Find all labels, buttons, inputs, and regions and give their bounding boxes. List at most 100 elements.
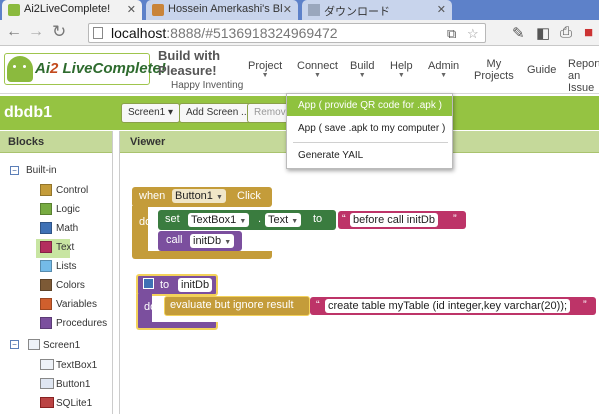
chevron-down-icon: ▼ (314, 72, 321, 79)
menu-item-generate-yail[interactable]: Generate YAIL (287, 146, 452, 166)
set-keyword: set (165, 213, 180, 225)
page-icon (93, 27, 103, 39)
set-component-dropdown[interactable]: TextBox1 ▼ (188, 213, 250, 227)
menu-project[interactable]: Project ▼ (248, 60, 282, 80)
drawer-lists[interactable]: Lists (56, 261, 77, 272)
to-keyword: to (313, 213, 323, 225)
evaluate-label: evaluate but ignore result (170, 299, 294, 311)
logic-drawer-swatch-icon (40, 203, 52, 215)
browser-tabstrip: Ai2LiveComplete! ✕ Hossein Amerkashi's B… (0, 0, 599, 20)
drawer-variables[interactable]: Variables (56, 299, 97, 310)
back-icon[interactable]: ← (6, 23, 22, 41)
menu-help[interactable]: Help ▼ (390, 60, 413, 80)
print-icon[interactable]: ⎙ (560, 24, 572, 41)
browser-tab-active[interactable]: Ai2LiveComplete! ✕ (2, 0, 142, 20)
browser-tab[interactable]: ダウンロード ✕ (302, 0, 452, 20)
procedures-drawer-swatch-icon (40, 317, 52, 329)
close-quote: ” (583, 299, 587, 311)
menu-guide[interactable]: Guide (527, 64, 556, 76)
chevron-down-icon: ▼ (224, 239, 232, 246)
tree-screen-label[interactable]: Screen1 (43, 340, 80, 351)
drawer-math[interactable]: Math (56, 223, 78, 234)
chevron-down-icon: ▼ (291, 218, 299, 225)
extension-icon[interactable]: ■ (584, 24, 593, 41)
chevron-down-icon: ▼ (261, 72, 269, 79)
chevron-down-icon: ▼ (397, 72, 405, 79)
android-favicon-icon (8, 4, 20, 16)
tab-title: ダウンロード (324, 6, 390, 18)
math-drawer-swatch-icon (40, 222, 52, 234)
url-path: :8888/#5136918324969472 (166, 25, 338, 41)
tree-component-sqlite1[interactable]: SQLite1 (56, 398, 92, 409)
menu-item-apk-qr[interactable]: App ( provide QR code for .apk ) (287, 96, 452, 116)
profile-favicon-icon (152, 4, 164, 16)
menu-item-apk-save[interactable]: App ( save .apk to my computer ) (287, 119, 452, 139)
build-dropdown-menu: App ( provide QR code for .apk ) App ( s… (286, 93, 453, 169)
collapse-builtin-toggle[interactable]: − (10, 166, 19, 175)
reload-icon[interactable]: ↻ (52, 22, 66, 42)
tab-title: Hossein Amerkashi's Bl (168, 3, 283, 15)
collapse-screen-toggle[interactable]: − (10, 340, 19, 349)
address-bar[interactable]: localhost:8888/#5136918324969472 ⧉ ☆ (88, 23, 486, 43)
url-host: localhost (111, 25, 167, 41)
add-screen-button[interactable]: Add Screen ... (179, 103, 257, 123)
translate-icon[interactable]: ⧉ (447, 26, 456, 42)
app-header: Ai2 LiveComplete! Build with Pleasure! H… (0, 46, 599, 94)
close-tab-icon[interactable]: ✕ (283, 3, 292, 16)
close-tab-icon[interactable]: ✕ (437, 3, 446, 16)
project-name: dbdb1 (4, 104, 52, 121)
drawer-colors[interactable]: Colors (56, 280, 85, 291)
screen-select-button[interactable]: Screen1 ▾ (121, 103, 181, 123)
menu-report-issue[interactable]: Report an Issue (568, 58, 599, 94)
slogan: Build with Pleasure! (158, 48, 221, 78)
do-keyword: do (144, 301, 157, 313)
menu-admin[interactable]: Admin ▼ (428, 60, 459, 80)
mutator-gear-icon[interactable] (143, 278, 154, 289)
property-dropdown[interactable]: Text ▼ (265, 213, 302, 227)
chevron-down-icon: ▼ (215, 194, 223, 201)
close-tab-icon[interactable]: ✕ (127, 3, 136, 16)
string-value-field[interactable]: create table myTable (id integer,key var… (325, 299, 571, 313)
blocks-workspace[interactable]: when Button1 ▼ Click do set TextBox1 ▼ .… (120, 154, 599, 414)
event-block-footer (132, 251, 272, 259)
control-drawer-swatch-icon (40, 184, 52, 196)
drawer-procedures[interactable]: Procedures (56, 318, 107, 329)
browser-tab[interactable]: Hossein Amerkashi's Bl ✕ (146, 0, 298, 20)
screen-icon (28, 339, 40, 350)
blocks-panel: Blocks − Built-in − Screen1 TextBox1 But… (0, 131, 113, 414)
tree-component-textbox1[interactable]: TextBox1 (56, 360, 97, 371)
component-dropdown[interactable]: Button1 ▼ (172, 189, 226, 203)
chevron-down-icon: ▼ (239, 218, 247, 225)
close-quote: ” (453, 213, 457, 225)
app-logo[interactable]: Ai2 LiveComplete! (4, 53, 166, 85)
menu-connect[interactable]: Connect ▼ (297, 60, 338, 80)
event-name: Click (237, 190, 261, 202)
menu-divider (293, 142, 448, 143)
text-drawer-swatch-icon (40, 241, 52, 253)
android-logo-icon (7, 56, 33, 82)
string-value-field[interactable]: before call initDb (350, 213, 438, 227)
blocks-panel-title: Blocks (0, 131, 112, 153)
slogan-subtitle: Happy Inventing (171, 80, 244, 91)
drawer-control[interactable]: Control (56, 185, 88, 196)
pen-icon[interactable]: ✎ (512, 24, 525, 42)
procedure-name-field[interactable]: initDb (178, 278, 213, 292)
call-target-dropdown[interactable]: initDb ▼ (190, 234, 235, 248)
procedure-block-footer (136, 322, 218, 330)
menu-build[interactable]: Build ▼ (350, 60, 374, 80)
star-icon[interactable]: ☆ (467, 26, 479, 42)
dot-separator: . (258, 213, 262, 225)
drawer-text[interactable]: Text (56, 242, 74, 253)
browser-toolbar: ← → ↻ localhost:8888/#5136918324969472 ⧉… (0, 20, 599, 46)
tree-component-button1[interactable]: Button1 (56, 379, 90, 390)
call-keyword: call (166, 234, 183, 246)
drawer-logic[interactable]: Logic (56, 204, 80, 215)
puzzle-icon[interactable]: ◧ (536, 24, 550, 42)
textbox-icon (40, 359, 54, 370)
menu-my-projects[interactable]: My Projects (474, 58, 514, 82)
to-keyword: to (160, 279, 170, 291)
forward-icon[interactable]: → (28, 23, 44, 41)
open-quote: “ (316, 299, 320, 311)
tree-builtin-label[interactable]: Built-in (26, 165, 57, 176)
download-favicon-icon (308, 4, 320, 16)
